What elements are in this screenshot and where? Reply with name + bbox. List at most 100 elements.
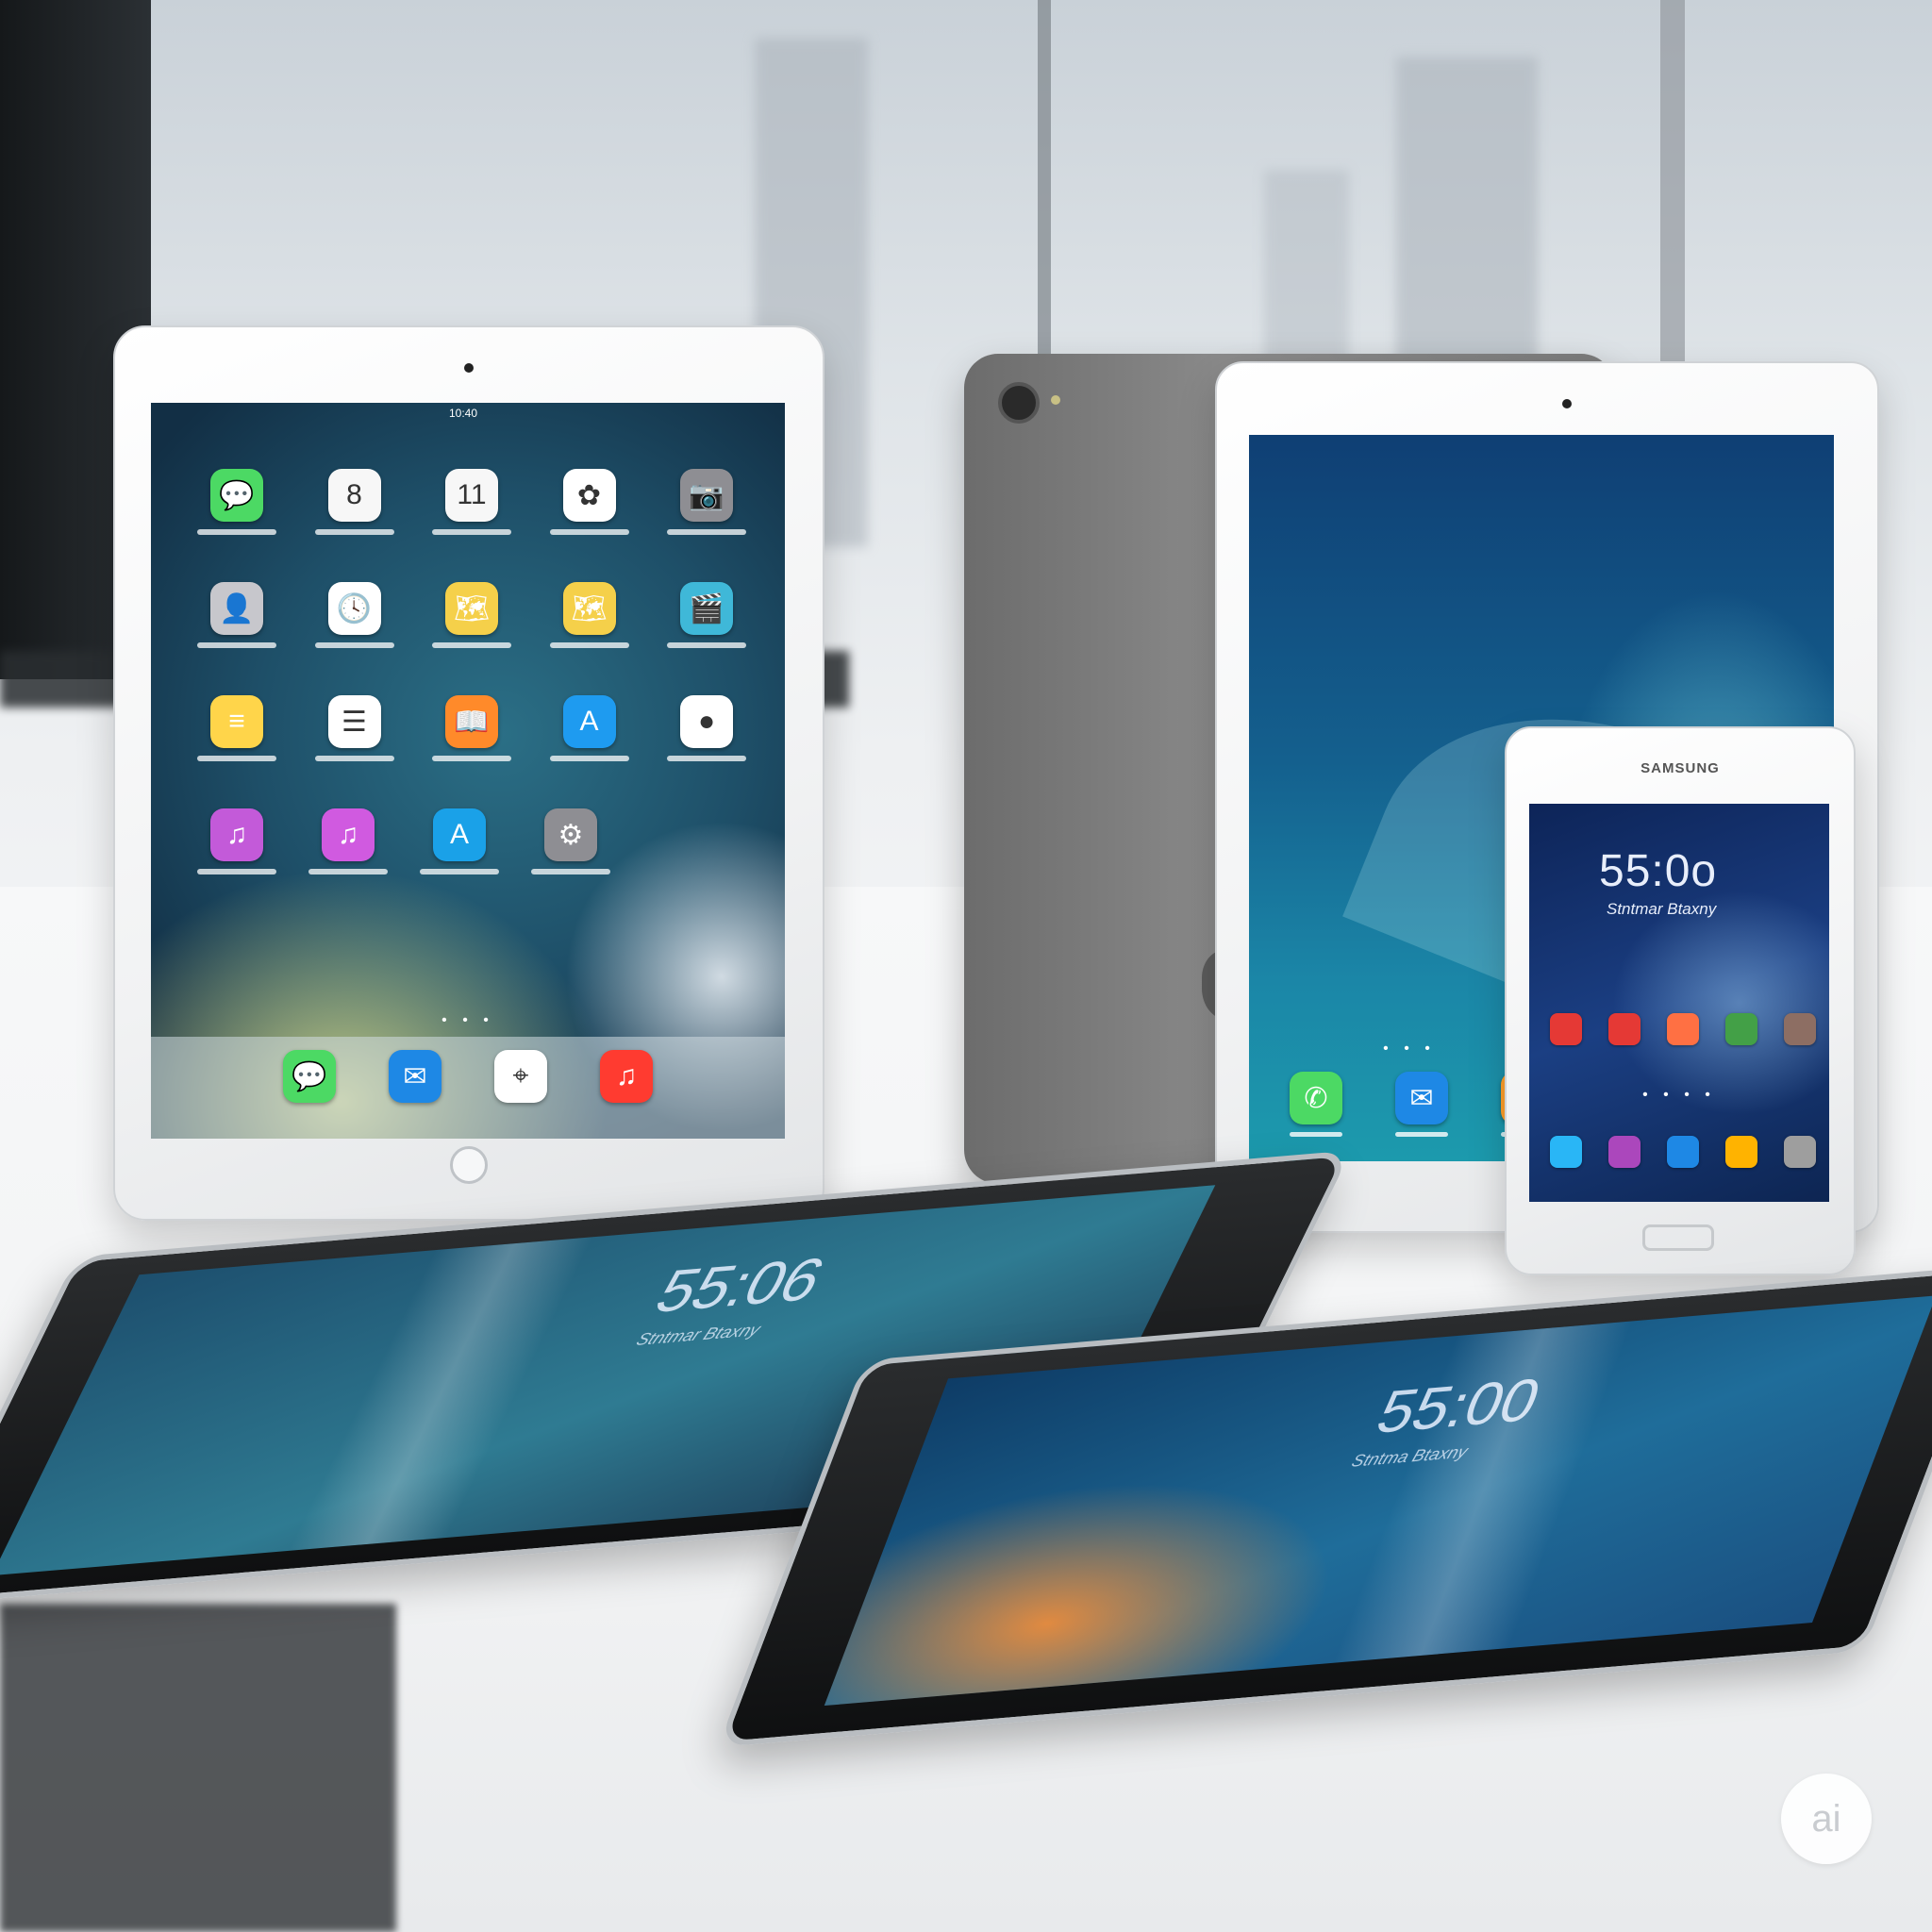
app-label-placeholder <box>667 642 746 648</box>
brand-label: SAMSUNG <box>1641 760 1720 776</box>
app-label-placeholder <box>549 642 629 648</box>
app-phone[interactable]: ✆ <box>1287 1072 1345 1137</box>
app-label-placeholder <box>549 529 629 535</box>
app-label-placeholder <box>197 869 276 874</box>
settings-icon: ⚙ <box>544 808 597 861</box>
app-icon[interactable] <box>1667 1013 1699 1045</box>
front-camera-icon <box>1562 399 1572 408</box>
page-indicator: • • • • <box>1642 1087 1716 1103</box>
app-label-placeholder <box>432 642 511 648</box>
app-messages[interactable]: 💬 <box>197 469 276 535</box>
app-icon[interactable] <box>1725 1136 1757 1168</box>
app-contacts[interactable]: 👤 <box>197 582 276 648</box>
app-mail[interactable]: ✉ <box>1392 1072 1451 1137</box>
app-calendar[interactable]: 11 <box>432 469 511 535</box>
app-row <box>1550 1013 1816 1045</box>
app-label-placeholder <box>667 756 746 761</box>
messages-icon: 💬 <box>210 469 263 522</box>
app-icon[interactable] <box>1784 1013 1816 1045</box>
music-icon: ♫ <box>322 808 375 861</box>
ipad-left-screen[interactable]: 10:40 💬 8 11 ✿ 📷 👤 🕓 🗺 🗺 🎬 ≡ ☰ 📖 A ● ♫ ♫ A ⚙ • • • 💬 ✉ ⌖ ♫ <box>151 403 785 1139</box>
app-maps[interactable]: 🗺 <box>432 582 511 648</box>
app-label-placeholder <box>420 869 499 874</box>
app-music[interactable]: ♫ <box>308 808 388 874</box>
app-label-placeholder <box>1395 1132 1448 1137</box>
app-music[interactable]: ♫ <box>597 1050 656 1139</box>
app-icon[interactable] <box>1608 1136 1641 1168</box>
app-grid: 💬 8 11 ✿ 📷 👤 🕓 🗺 🗺 🎬 ≡ ☰ 📖 A ● ♫ ♫ A ⚙ <box>197 469 746 922</box>
app-icon[interactable] <box>1784 1136 1816 1168</box>
ai-watermark-icon: ai <box>1781 1774 1872 1864</box>
home-button[interactable] <box>450 1146 488 1184</box>
app-messages[interactable]: 💬 <box>280 1050 339 1139</box>
app-store-icon: A <box>562 695 616 748</box>
tablet-right-screen[interactable]: 55:00 Stntma Btaxny <box>824 1295 1932 1707</box>
app-settings[interactable]: ⚙ <box>531 808 610 874</box>
samsung-screen[interactable]: 55:0o Stntmar Btaxny • • • • <box>1529 804 1829 1202</box>
home-button[interactable] <box>1642 1224 1714 1251</box>
app-clock[interactable]: 🕓 <box>314 582 394 648</box>
front-camera-icon <box>464 363 474 373</box>
app-calendar[interactable]: 8 <box>314 469 394 535</box>
table-shadow <box>0 1604 396 1932</box>
lock-clock: 55:06 <box>644 1244 837 1326</box>
app-photos[interactable]: ✿ <box>549 469 629 535</box>
app-row: ♫ ♫ A ⚙ <box>197 808 736 874</box>
rear-camera-icon <box>998 382 1040 424</box>
screen-glare <box>1332 1321 1633 1663</box>
app-icon[interactable] <box>1550 1136 1582 1168</box>
app-label-placeholder <box>432 756 511 761</box>
page-indicator: • • • <box>441 1012 494 1028</box>
app-label-placeholder <box>197 756 276 761</box>
samsung-phone: SAMSUNG 55:0o Stntmar Btaxny • • • • <box>1505 726 1856 1275</box>
app-app-store[interactable]: A <box>549 695 629 761</box>
game-center-icon: ● <box>680 695 733 748</box>
notes-icon: ≡ <box>210 695 263 748</box>
app-label-placeholder <box>549 756 629 761</box>
app-mail[interactable]: ✉ <box>386 1050 444 1139</box>
app-row: 💬 8 11 ✿ 📷 <box>197 469 746 535</box>
itunes-icon: ♫ <box>210 808 263 861</box>
app-label-placeholder <box>1290 1132 1342 1137</box>
mail-icon: ✉ <box>389 1050 441 1103</box>
app-label-placeholder <box>667 529 746 535</box>
app-icon[interactable] <box>1608 1013 1641 1045</box>
app-label-placeholder <box>314 529 394 535</box>
calendar-icon-2: 11 <box>445 469 498 522</box>
music-icon: ♫ <box>600 1050 653 1103</box>
maps-icon: 🗺 <box>445 582 498 635</box>
app-row: 👤 🕓 🗺 🗺 🎬 <box>197 582 746 648</box>
app-maps[interactable]: 🗺 <box>549 582 629 648</box>
app-camera[interactable]: 📷 <box>667 469 746 535</box>
app-icon[interactable] <box>1550 1013 1582 1045</box>
screen-glare <box>288 1237 593 1551</box>
maps-icon-2: 🗺 <box>562 582 616 635</box>
reminders-icon: ☰ <box>327 695 381 748</box>
clock-icon: 🕓 <box>327 582 381 635</box>
app-label-placeholder <box>197 642 276 648</box>
app-ibooks[interactable]: 📖 <box>432 695 511 761</box>
app-label-placeholder <box>531 869 610 874</box>
photos-icon: ✿ <box>562 469 616 522</box>
app-label-placeholder <box>197 529 276 535</box>
app-safari[interactable]: ⌖ <box>491 1050 550 1139</box>
messages-icon: 💬 <box>283 1050 336 1103</box>
calendar-icon: 8 <box>327 469 381 522</box>
app-label-placeholder <box>314 756 394 761</box>
dock: 💬 ✉ ⌖ ♫ <box>151 1037 785 1139</box>
app-store-icon-2: A <box>433 808 486 861</box>
app-videos[interactable]: 🎬 <box>667 582 746 648</box>
app-icon[interactable] <box>1667 1136 1699 1168</box>
app-app-store[interactable]: A <box>420 808 499 874</box>
app-label-placeholder <box>314 642 394 648</box>
ibooks-icon: 📖 <box>445 695 498 748</box>
app-reminders[interactable]: ☰ <box>314 695 394 761</box>
app-row <box>1550 1136 1816 1168</box>
flash-icon <box>1051 395 1060 405</box>
app-game-center[interactable]: ● <box>667 695 746 761</box>
lock-date: Stntmar Btaxny <box>1607 900 1717 918</box>
app-itunes[interactable]: ♫ <box>197 808 276 874</box>
app-icon[interactable] <box>1725 1013 1757 1045</box>
app-row: ≡ ☰ 📖 A ● <box>197 695 746 761</box>
app-notes[interactable]: ≡ <box>197 695 276 761</box>
